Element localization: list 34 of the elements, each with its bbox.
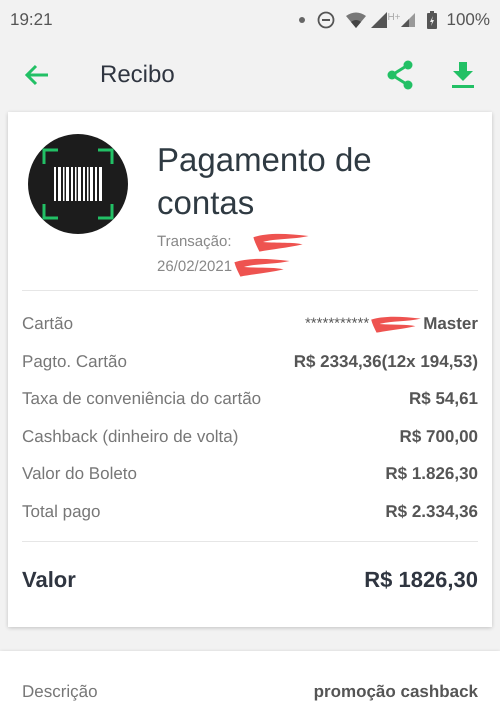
- network-type: H+: [387, 11, 401, 25]
- download-icon[interactable]: [452, 62, 474, 88]
- description-value: promoção cashback: [314, 680, 478, 703]
- row-value: R$ 1.826,30: [385, 463, 478, 486]
- row-label: Valor do Boleto: [22, 463, 137, 486]
- battery-level: 100%: [446, 9, 490, 32]
- receipt-title: Pagamento de contas: [157, 140, 373, 223]
- share-icon[interactable]: [386, 60, 414, 90]
- row-value: R$ 2334,36(12x 194,53): [294, 350, 478, 373]
- card-brand: Master: [423, 313, 478, 336]
- wifi-icon: [345, 12, 368, 28]
- status-time: 19:21: [10, 9, 53, 32]
- do-not-disturb-icon: [317, 11, 336, 29]
- row-value: R$ 54,61: [409, 388, 478, 410]
- row-label: Total pago: [22, 501, 100, 524]
- battery-icon: [426, 11, 437, 29]
- transaction-label: Transação:: [157, 232, 232, 252]
- notification-dot-icon: [299, 17, 306, 23]
- row-value: R$ 700,00: [400, 426, 478, 448]
- row-label: Pagto. Cartão: [22, 350, 127, 373]
- toolbar-title: Recibo: [100, 60, 175, 90]
- masked-card-number: ***********: [304, 314, 370, 334]
- total-value: R$ 1826,30: [364, 566, 478, 594]
- signal-icon: [400, 13, 415, 27]
- row-label: Cartão: [22, 313, 74, 336]
- description-label: Descrição: [22, 680, 98, 703]
- barcode-icon: [28, 134, 128, 234]
- back-arrow-icon[interactable]: [24, 64, 50, 86]
- row-value: R$ 2.334,36: [385, 501, 478, 524]
- total-label: Valor: [22, 566, 76, 594]
- row-label: Cashback (dinheiro de volta): [22, 426, 238, 448]
- row-label: Taxa de conveniência do cartão: [22, 388, 262, 410]
- signal-icon: [371, 12, 388, 28]
- transaction-date: 26/02/2021: [157, 256, 232, 277]
